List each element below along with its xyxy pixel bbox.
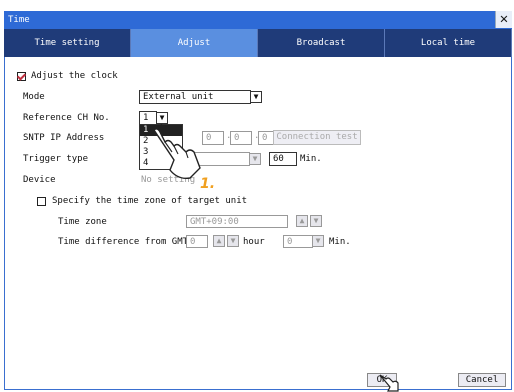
adjust-clock-checkbox[interactable] <box>17 72 26 81</box>
trigger-minutes-input[interactable]: 60 <box>269 152 297 166</box>
tab-time-setting[interactable]: Time setting <box>4 29 131 57</box>
hand-pointer-icon <box>153 124 201 180</box>
gmt-hour-down-icon[interactable]: ▼ <box>227 235 239 247</box>
time-zone-label: Time zone <box>58 217 107 227</box>
close-icon[interactable]: ✕ <box>495 11 512 28</box>
mode-select[interactable]: External unit <box>139 90 251 104</box>
specify-timezone-label: Specify the time zone of target unit <box>52 196 248 206</box>
trigger-type-label: Trigger type <box>23 154 89 164</box>
min-unit-label: Min. <box>329 237 351 247</box>
title-bar: Time ✕ <box>4 11 512 29</box>
time-zone-up-icon[interactable]: ▲ <box>296 215 308 227</box>
time-zone-select[interactable]: GMT+09:00 <box>186 215 288 228</box>
mode-label: Mode <box>23 92 45 102</box>
window-title: Time <box>8 15 30 25</box>
time-zone-down-icon[interactable]: ▼ <box>310 215 322 227</box>
gmt-hour-up-icon[interactable]: ▲ <box>213 235 225 247</box>
tab-local-time[interactable]: Local time <box>385 29 512 57</box>
specify-timezone-checkbox[interactable] <box>37 197 46 206</box>
reference-ch-dropdown-arrow-icon[interactable]: ▼ <box>156 112 168 124</box>
sntp-ip-octet-3[interactable]: 0 <box>230 131 252 145</box>
adjust-clock-label: Adjust the clock <box>31 71 118 81</box>
reference-ch-select[interactable]: 1 <box>139 111 157 125</box>
connection-test-button[interactable]: Connection test <box>273 130 361 145</box>
time-diff-label: Time difference from GMT <box>58 237 189 247</box>
hand-pointer-icon <box>379 374 399 392</box>
cancel-button[interactable]: Cancel <box>458 373 506 387</box>
gmt-hour-input[interactable]: 0 <box>186 235 208 248</box>
device-label: Device <box>23 175 56 185</box>
hour-unit-label: hour <box>243 237 265 247</box>
mode-dropdown-arrow-icon[interactable]: ▼ <box>250 91 262 103</box>
gmt-min-input[interactable]: 0 <box>283 235 313 248</box>
trigger-type-dropdown-arrow-icon[interactable]: ▼ <box>249 153 261 165</box>
gmt-min-down-icon[interactable]: ▼ <box>312 235 324 247</box>
reference-ch-label: Reference CH No. <box>23 113 110 123</box>
tab-adjust[interactable]: Adjust <box>131 29 258 57</box>
tab-broadcast[interactable]: Broadcast <box>258 29 385 57</box>
trigger-minutes-unit: Min. <box>300 154 322 164</box>
sntp-ip-label: SNTP IP Address <box>23 133 105 143</box>
tab-bar: Time setting Adjust Broadcast Local time <box>4 29 512 57</box>
